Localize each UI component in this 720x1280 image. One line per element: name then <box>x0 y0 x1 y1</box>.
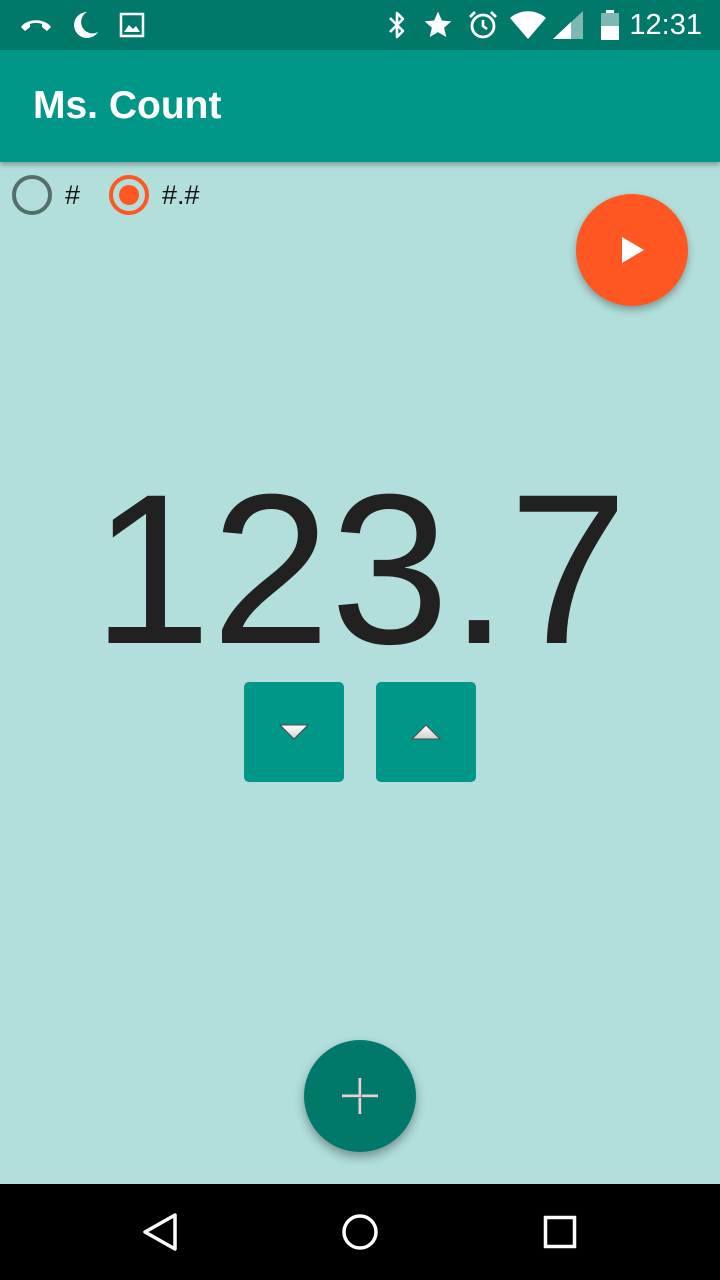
status-bar: 12:31 <box>0 0 720 50</box>
format-radio-decimal[interactable]: #.# <box>109 173 200 217</box>
status-time: 12:31 <box>629 9 702 41</box>
bluetooth-icon <box>384 0 410 50</box>
back-button[interactable] <box>100 1184 220 1280</box>
format-radio-decimal-label: #.# <box>162 179 200 210</box>
triangle-down-icon <box>278 723 310 741</box>
recents-button[interactable] <box>500 1184 620 1280</box>
image-notification-icon <box>118 0 146 50</box>
navigation-bar <box>0 1184 720 1280</box>
do-not-disturb-moon-icon <box>70 0 100 50</box>
decrement-button[interactable] <box>244 682 344 782</box>
signal-icon <box>550 0 586 50</box>
home-icon <box>341 1213 379 1251</box>
app-screen: 12:31 Ms. Count # #.# 123.7 <box>0 0 720 1280</box>
app-title: Ms. Count <box>33 84 222 127</box>
app-bar: Ms. Count <box>0 50 720 162</box>
plus-icon <box>340 1076 380 1116</box>
add-button[interactable] <box>304 1040 416 1152</box>
play-icon <box>618 235 646 265</box>
radio-unchecked-icon[interactable] <box>12 175 52 215</box>
triangle-up-icon <box>410 723 442 741</box>
play-button[interactable] <box>576 194 688 306</box>
recents-icon <box>543 1215 577 1249</box>
radio-checked-icon[interactable] <box>109 175 149 215</box>
alarm-icon <box>467 0 499 50</box>
home-button[interactable] <box>300 1184 420 1280</box>
back-icon <box>141 1212 179 1252</box>
format-radio-integer[interactable]: # <box>12 173 80 217</box>
wifi-icon <box>508 0 548 50</box>
increment-button[interactable] <box>376 682 476 782</box>
phone-hangup-icon <box>18 0 54 50</box>
battery-icon <box>598 0 622 50</box>
format-radio-integer-label: # <box>65 179 81 210</box>
star-icon <box>421 0 455 50</box>
counter-value: 123.7 <box>92 450 628 689</box>
